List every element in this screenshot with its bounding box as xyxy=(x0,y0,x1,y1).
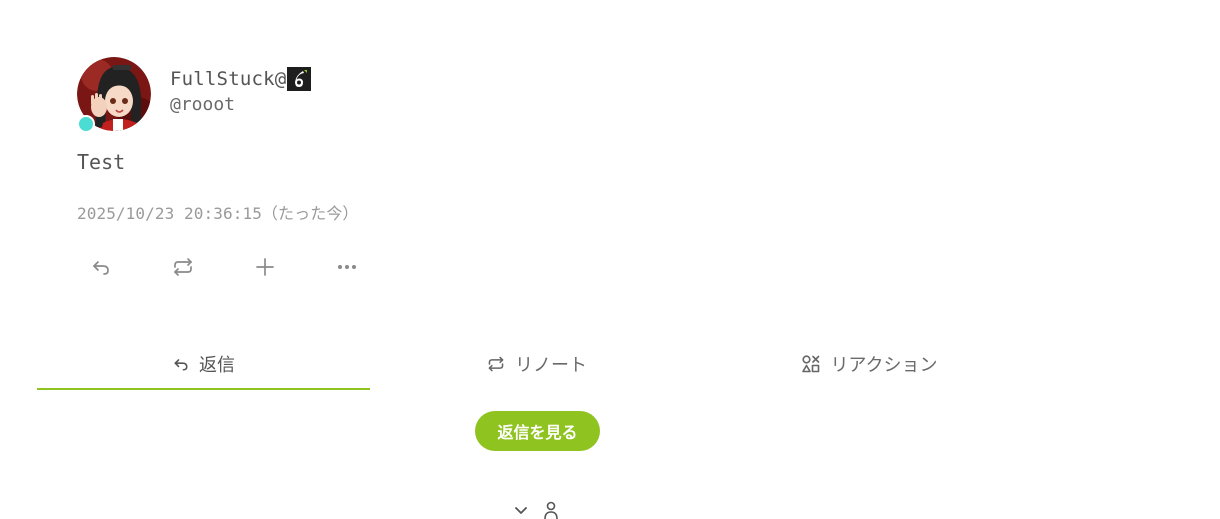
plus-icon xyxy=(256,258,274,276)
author-username[interactable]: @rooot xyxy=(170,94,311,115)
display-name-text: FullStuck@ xyxy=(170,68,287,90)
note-detail-page: FullStuck@ @rooot Test 2025/10/23 20:36:… xyxy=(0,0,1220,519)
renote-button[interactable] xyxy=(164,252,202,282)
show-replies-button[interactable]: 返信を見る xyxy=(475,411,600,451)
tab-label: リアクション xyxy=(830,355,938,375)
footer-icons xyxy=(512,500,572,519)
custom-emoji-icon xyxy=(287,67,312,91)
tab-renotes[interactable]: リノート xyxy=(370,340,703,388)
tab-label: 返信 xyxy=(199,355,235,375)
chevron-down-icon xyxy=(515,507,527,514)
renote-icon xyxy=(488,356,504,372)
avatar[interactable] xyxy=(77,57,151,133)
renote-icon xyxy=(174,258,192,276)
reply-icon xyxy=(174,359,188,371)
reply-button[interactable] xyxy=(82,252,120,282)
add-reaction-button[interactable] xyxy=(246,252,284,282)
user-icon xyxy=(544,501,558,519)
note-author: FullStuck@ @rooot xyxy=(170,66,312,115)
tab-label: リノート xyxy=(515,355,587,375)
more-icon xyxy=(338,265,356,269)
author-display-name[interactable]: FullStuck@ xyxy=(170,66,312,92)
reply-icon xyxy=(93,261,109,275)
note-timestamp[interactable]: 2025/10/23 20:36:15（たった今） xyxy=(77,200,359,224)
user-button[interactable] xyxy=(542,500,560,519)
note-text: Test xyxy=(77,150,126,174)
tab-reactions[interactable]: リアクション xyxy=(703,340,1036,388)
tab-replies[interactable]: 返信 xyxy=(37,340,370,390)
reaction-icon xyxy=(802,355,820,373)
note-actions xyxy=(82,252,410,282)
online-status-indicator xyxy=(77,115,95,133)
more-button[interactable] xyxy=(328,252,366,282)
chevron-down-button[interactable] xyxy=(512,501,530,519)
note-tabs: 返信 リノート リアクション xyxy=(37,340,1037,390)
